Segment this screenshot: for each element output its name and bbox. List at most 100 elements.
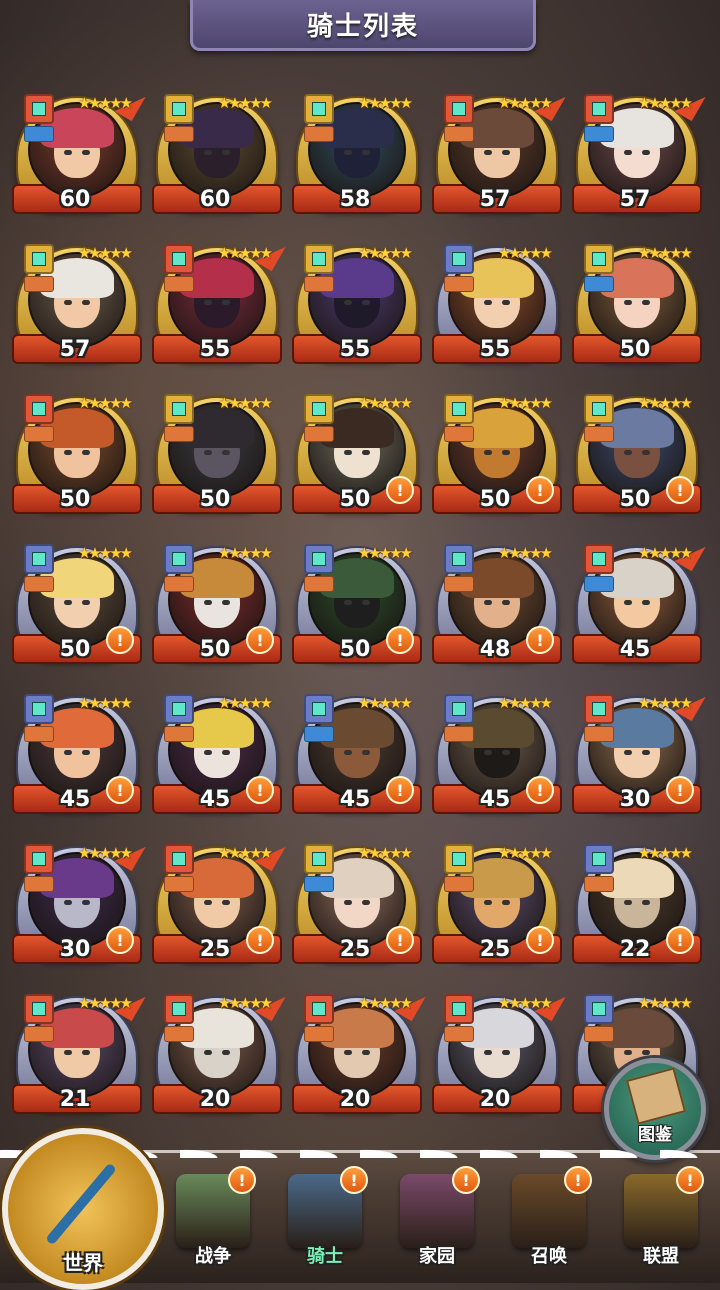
formation-icon bbox=[24, 994, 54, 1024]
alert-badge-icon: ! bbox=[386, 926, 414, 954]
knight-card[interactable]: ★★★★★ 45! bbox=[430, 690, 562, 818]
knight-card[interactable]: ★★★★★ 60 bbox=[10, 86, 146, 218]
star-rating: ★★★★★ bbox=[77, 94, 133, 112]
knight-card[interactable]: ★★★★★ 45! bbox=[290, 690, 422, 818]
knight-card[interactable]: ★★★★★ 20 bbox=[430, 986, 566, 1118]
star-rating: ★★★★★ bbox=[357, 394, 413, 412]
formation-icon bbox=[164, 544, 194, 574]
class-tags bbox=[444, 544, 474, 592]
knight-card[interactable]: ★★★★★ 25! bbox=[150, 836, 286, 968]
knight-card[interactable]: ★★★★★ 45 bbox=[570, 536, 706, 668]
knight-card[interactable]: ★★★★★ 55 bbox=[290, 240, 422, 368]
knight-card[interactable]: ★★★★★ 50! bbox=[290, 540, 422, 668]
knight-card[interactable]: ★★★★★ 50! bbox=[150, 540, 282, 668]
knight-card[interactable]: ★★★★★ 21 bbox=[10, 986, 146, 1118]
formation-icon bbox=[304, 544, 334, 574]
knight-card[interactable]: ★★★★★ 55 bbox=[150, 236, 286, 368]
star-rating: ★★★★★ bbox=[357, 94, 413, 112]
star-rating: ★★★★★ bbox=[217, 94, 273, 112]
portrait-eye bbox=[624, 600, 632, 605]
class-tags bbox=[584, 844, 614, 892]
knight-card[interactable]: ★★★★★ 57 bbox=[430, 86, 566, 218]
star-rating: ★★★★★ bbox=[637, 694, 693, 712]
knight-card[interactable]: ★★★★★ 60 bbox=[150, 90, 282, 218]
star-rating: ★★★★★ bbox=[77, 394, 133, 412]
formation-icon bbox=[584, 244, 614, 274]
alert-badge-icon: ! bbox=[676, 1166, 704, 1194]
knight-card[interactable]: ★★★★★ 30! bbox=[570, 686, 706, 818]
class-tags bbox=[24, 544, 54, 592]
portrait-eye bbox=[624, 1050, 632, 1055]
weapon-type-icon bbox=[304, 276, 334, 292]
alert-badge-icon: ! bbox=[106, 926, 134, 954]
star-rating: ★★★★★ bbox=[637, 544, 693, 562]
star-rating: ★★★★★ bbox=[637, 394, 693, 412]
weapon-type-icon bbox=[584, 726, 614, 742]
portrait-eye bbox=[344, 600, 352, 605]
knight-card[interactable]: ★★★★★ 45! bbox=[10, 690, 142, 818]
portrait-eye bbox=[204, 150, 212, 155]
star-rating: ★★★★★ bbox=[217, 244, 273, 262]
knight-level: 60 bbox=[199, 187, 231, 212]
portrait-eye bbox=[64, 750, 72, 755]
portrait-eye bbox=[344, 900, 352, 905]
alert-badge-icon: ! bbox=[666, 476, 694, 504]
alert-badge-icon: ! bbox=[564, 1166, 592, 1194]
world-button[interactable]: 世界 bbox=[2, 1128, 164, 1290]
knight-card[interactable]: ★★★★★ 50! bbox=[570, 390, 702, 518]
alert-badge-icon: ! bbox=[386, 776, 414, 804]
knight-card[interactable]: ★★★★★ 57 bbox=[10, 240, 142, 368]
portrait-eye bbox=[484, 600, 492, 605]
weapon-type-icon bbox=[24, 576, 54, 592]
tab-home[interactable]: 家园! bbox=[384, 1166, 490, 1278]
knight-card[interactable]: ★★★★★ 30! bbox=[10, 836, 146, 968]
weapon-type-icon bbox=[164, 276, 194, 292]
star-rating: ★★★★★ bbox=[77, 544, 133, 562]
world-label: 世界 bbox=[63, 1251, 103, 1275]
star-rating: ★★★★★ bbox=[357, 544, 413, 562]
alert-badge-icon: ! bbox=[666, 926, 694, 954]
knight-card[interactable]: ★★★★★ 50! bbox=[10, 540, 142, 668]
knight-card[interactable]: ★★★★★ 45! bbox=[150, 690, 282, 818]
formation-icon bbox=[164, 994, 194, 1024]
knight-card[interactable]: ★★★★★ 50 bbox=[570, 240, 702, 368]
knight-card[interactable]: ★★★★★ 50! bbox=[430, 390, 562, 518]
knight-card[interactable]: ★★★★★ 25! bbox=[290, 840, 422, 968]
knight-card[interactable]: ★★★★★ 58 bbox=[290, 90, 422, 218]
star-rating: ★★★★★ bbox=[497, 694, 553, 712]
weapon-type-icon bbox=[444, 126, 474, 142]
portrait-eye bbox=[502, 150, 510, 155]
knight-card[interactable]: ★★★★★ 20 bbox=[290, 986, 426, 1118]
class-tags bbox=[444, 244, 474, 292]
tab-war[interactable]: 战争! bbox=[160, 1166, 266, 1278]
knight-card[interactable]: ★★★★★ 50! bbox=[290, 390, 422, 518]
knight-card[interactable]: ★★★★★ 20 bbox=[150, 986, 286, 1118]
knight-level: 60 bbox=[59, 187, 91, 212]
class-tags bbox=[304, 844, 334, 892]
knight-card[interactable]: ★★★★★ 25! bbox=[430, 840, 562, 968]
class-tags bbox=[304, 694, 334, 742]
class-tags bbox=[24, 844, 54, 892]
knight-card[interactable]: ★★★★★ 48! bbox=[430, 540, 562, 668]
weapon-type-icon bbox=[24, 1026, 54, 1042]
formation-icon bbox=[304, 94, 334, 124]
class-tags bbox=[584, 544, 614, 592]
formation-icon bbox=[24, 544, 54, 574]
knight-card[interactable]: ★★★★★ 22! bbox=[570, 840, 702, 968]
knight-card[interactable]: ★★★★★ 57 bbox=[570, 86, 706, 218]
tab-summon[interactable]: 召唤! bbox=[496, 1166, 602, 1278]
knight-card[interactable]: ★★★★★ 55 bbox=[430, 240, 562, 368]
portrait-eye bbox=[484, 750, 492, 755]
alert-badge-icon: ! bbox=[246, 626, 274, 654]
portrait-eye bbox=[344, 150, 352, 155]
class-tags bbox=[444, 394, 474, 442]
knight-card[interactable]: ★★★★★ 50 bbox=[10, 390, 142, 518]
knight-card[interactable]: ★★★★★ 50 bbox=[150, 390, 282, 518]
weapon-type-icon bbox=[164, 426, 194, 442]
star-rating: ★★★★★ bbox=[357, 994, 413, 1012]
tab-alliance[interactable]: 联盟! bbox=[608, 1166, 714, 1278]
knight-level: 58 bbox=[339, 187, 371, 212]
tab-knights[interactable]: 骑士! bbox=[272, 1166, 378, 1278]
knight-level: 20 bbox=[199, 1087, 231, 1112]
alert-badge-icon: ! bbox=[106, 626, 134, 654]
